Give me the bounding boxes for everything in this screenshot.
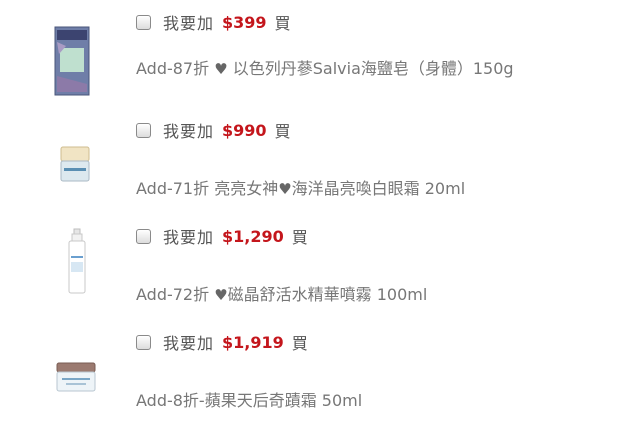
add-prefix-label: 我要加 (163, 228, 215, 247)
soap-product-image (54, 26, 90, 96)
apple-cream-product-image (56, 362, 96, 392)
addon-product-list: 我要加 $399 買 Add-87折 ♥ 以色列丹蔘Salvia海鹽皂（身體）1… (0, 0, 637, 433)
addon-checkbox[interactable] (136, 228, 151, 244)
heart-icon: ♥ (214, 60, 228, 78)
addon-checkbox[interactable] (136, 14, 151, 30)
addon-select-row: 我要加 $399 買 (136, 10, 291, 34)
add-suffix-label: 買 (291, 334, 308, 353)
addon-price: $399 (222, 12, 267, 32)
eye-cream-product-image (60, 146, 90, 182)
heart-icon: ♥ (278, 180, 292, 198)
addon-select-row: 我要加 $990 買 (136, 118, 291, 142)
addon-price: $1,919 (222, 332, 284, 352)
add-suffix-label: 買 (291, 228, 308, 247)
addon-product-name: Add-71折 亮亮女神♥海洋晶亮喚白眼霜 20ml (136, 179, 466, 198)
addon-checkbox[interactable] (136, 334, 151, 350)
addon-price: $990 (222, 120, 267, 140)
addon-product-name: Add-8折-蘋果天后奇蹟霜 50ml (136, 391, 363, 410)
add-prefix-label: 我要加 (163, 14, 215, 33)
addon-price: $1,290 (222, 226, 284, 246)
add-prefix-label: 我要加 (163, 334, 215, 353)
addon-select-row: 我要加 $1,919 買 (136, 330, 308, 354)
addon-product-name: Add-72折 ♥磁晶舒活水精華噴霧 100ml (136, 285, 428, 304)
addon-product-name: Add-87折 ♥ 以色列丹蔘Salvia海鹽皂（身體）150g (136, 59, 514, 78)
spray-product-image (68, 228, 86, 294)
add-suffix-label: 買 (274, 122, 291, 141)
addon-select-row: 我要加 $1,290 買 (136, 224, 308, 248)
addon-checkbox[interactable] (136, 122, 151, 138)
add-suffix-label: 買 (274, 14, 291, 33)
add-prefix-label: 我要加 (163, 122, 215, 141)
heart-icon: ♥ (214, 286, 228, 304)
